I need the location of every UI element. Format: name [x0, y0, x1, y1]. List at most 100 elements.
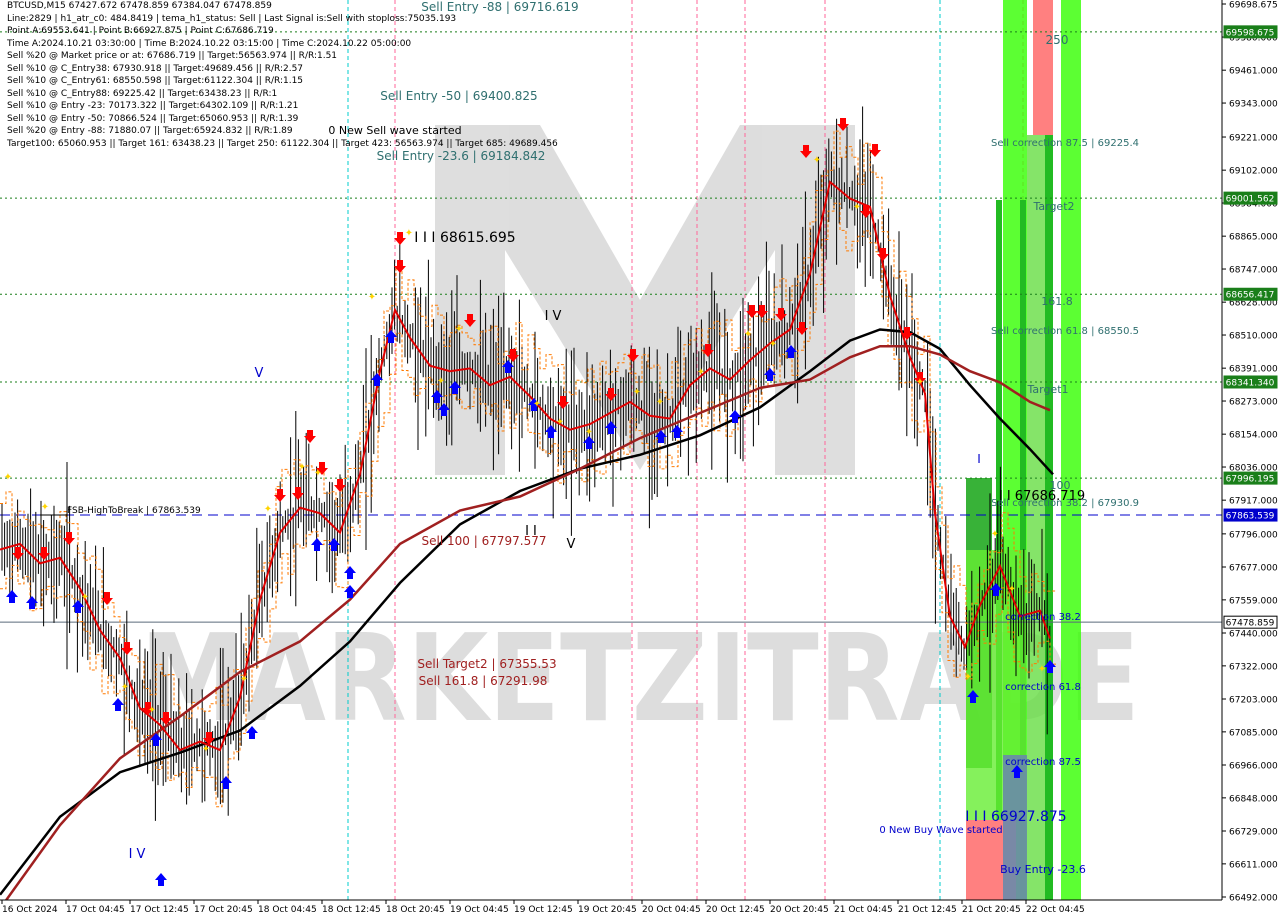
- y-tick-label: 69698.675: [1229, 1, 1278, 11]
- x-tick-label: 21 Oct 12:45: [898, 905, 957, 915]
- y-tick-label: 69221.000: [1229, 134, 1278, 144]
- info-line: Sell %10 @ Entry -50: 70866.524 || Targe…: [7, 113, 299, 124]
- y-tick-label: 69461.000: [1229, 67, 1278, 77]
- zone-green-mid-c: [1045, 135, 1053, 900]
- marker-star-icon: ✦: [455, 324, 463, 335]
- x-tick-label: 20 Oct 04:45: [642, 905, 701, 915]
- y-tick-label: 69343.000: [1229, 100, 1278, 110]
- marker-star-icon: ✦: [964, 672, 972, 683]
- marker-star-icon: ✦: [813, 155, 821, 166]
- annotation-label: Sell Entry -88 | 69716.619: [421, 0, 578, 14]
- y-tick-label: 67203.000: [1229, 695, 1278, 705]
- annotation-label: 161.8: [1041, 295, 1073, 308]
- x-axis: 16 Oct 2024 17 Oct 04:45 17 Oct 12:45 17 Oc…: [1, 900, 1085, 915]
- annotation-label: Sell Target2 | 67355.53: [417, 657, 556, 671]
- marker-star-icon: ✦: [1038, 664, 1046, 675]
- y-tick-label: 67559.000: [1229, 596, 1278, 606]
- price-tag-label: 67478.859: [1226, 619, 1275, 629]
- x-tick-label: 17 Oct 04:45: [66, 905, 125, 915]
- marker-star-icon: ✦: [81, 592, 89, 603]
- annotation-label: Sell 100 | 67797.577: [422, 534, 547, 548]
- x-tick-label: 21 Oct 20:45: [962, 905, 1021, 915]
- annotation-label: 0 New Buy Wave started: [879, 825, 1002, 836]
- annotation-label: Sell correction 87.5 | 69225.4: [991, 138, 1139, 149]
- marker-star-icon: ✦: [202, 744, 210, 755]
- x-tick-label: 17 Oct 20:45: [194, 905, 253, 915]
- zone-green-lower: [1027, 135, 1045, 900]
- marker-star-icon: ✦: [368, 292, 376, 303]
- marker-star-icon: ✦: [148, 705, 156, 716]
- x-tick-label: 22 Oct 04:45: [1026, 905, 1085, 915]
- info-line: Sell %10 @ C_Entry88: 69225.42 || Target…: [7, 88, 278, 99]
- marker-star-icon: ✦: [697, 367, 705, 378]
- marker-star-icon: ✦: [298, 462, 306, 473]
- annotation-label: I I I 68615.695: [414, 230, 515, 246]
- annotation-label: V: [255, 366, 264, 381]
- y-tick-label: 67322.000: [1229, 662, 1278, 672]
- marker-star-icon: ✦: [991, 529, 999, 540]
- annotation-label: 0 New Sell wave started: [328, 124, 461, 137]
- x-tick-label: 20 Oct 20:45: [770, 905, 829, 915]
- y-tick-label: 68865.000: [1229, 233, 1278, 243]
- x-tick-label: 21 Oct 04:45: [834, 905, 893, 915]
- annotation-label: I V: [129, 847, 146, 862]
- info-line: Sell %10 @ C_Entry61: 68550.598 || Targe…: [7, 76, 304, 86]
- annotation-label: Target1: [1026, 383, 1068, 396]
- marker-star-icon: ✦: [314, 468, 322, 479]
- y-tick-label: 67440.000: [1229, 629, 1278, 639]
- info-line: Sell %10 @ C_Entry38: 67930.918 || Targe…: [7, 63, 304, 74]
- y-tick-label: 68510.000: [1229, 332, 1278, 342]
- marker-star-icon: ✦: [264, 504, 272, 515]
- annotation-label: 250: [1046, 33, 1069, 47]
- marker-star-icon: ✦: [633, 387, 641, 398]
- marker-star-icon: ✦: [744, 329, 752, 340]
- annotation-label: FSB-HighToBreak | 67863.539: [67, 506, 201, 516]
- price-tag-label: 67863.539: [1226, 512, 1275, 522]
- y-tick-label: 66848.000: [1229, 794, 1278, 804]
- marker-star-icon: ✦: [4, 472, 12, 483]
- x-tick-label: 18 Oct 04:45: [258, 905, 317, 915]
- marker-star-icon: ✦: [240, 674, 248, 685]
- marker-star-icon: ✦: [656, 397, 664, 408]
- price-tag-label: 69598.675: [1226, 28, 1275, 38]
- annotation-label: correction 61.8: [1005, 682, 1081, 693]
- y-tick-label: 66492.000: [1229, 894, 1278, 904]
- x-tick-label: 18 Oct 12:45: [322, 905, 381, 915]
- y-tick-label: 67917.000: [1229, 497, 1278, 507]
- marker-star-icon: ✦: [916, 377, 924, 388]
- annotation-label: Target2: [1032, 200, 1074, 213]
- x-tick-label: 20 Oct 12:45: [706, 905, 765, 915]
- annotation-label: Buy Entry -23.6: [1000, 863, 1086, 876]
- x-tick-label: 17 Oct 12:45: [130, 905, 189, 915]
- marker-star-icon: ✦: [585, 427, 593, 438]
- annotation-label: Sell Entry -50 | 69400.825: [380, 89, 537, 103]
- y-tick-label: 66611.000: [1229, 860, 1278, 870]
- info-line: Time A:2024.10.21 03:30:00 | Time B:2024…: [7, 38, 412, 49]
- y-tick-label: 69102.000: [1229, 167, 1278, 177]
- y-tick-label: 67796.000: [1229, 530, 1278, 540]
- price-tag-label: 67996.195: [1226, 475, 1275, 485]
- info-line: Target100: 65060.953 || Target 161: 6343…: [7, 138, 558, 149]
- marker-star-icon: ✦: [556, 417, 564, 428]
- marker-star-icon: ✦: [853, 202, 861, 213]
- y-tick-label: 67085.000: [1229, 728, 1278, 738]
- annotation-label: correction 38.2: [1005, 612, 1081, 623]
- annotation-label: Sell 161.8 | 67291.98: [419, 674, 548, 688]
- marker-star-icon: ✦: [533, 399, 541, 410]
- annotation-label: Sell correction 38.2 | 67930.9: [991, 498, 1139, 509]
- info-line: Sell %20 @ Entry -88: 71880.07 || Target…: [7, 126, 293, 136]
- y-tick-label: 68391.000: [1229, 365, 1278, 375]
- marker-star-icon: ✦: [769, 339, 777, 350]
- x-tick-label: 19 Oct 20:45: [578, 905, 637, 915]
- annotation-label: Sell correction 61.8 | 68550.5: [991, 326, 1139, 337]
- price-tag-label: 68341.340: [1226, 378, 1275, 388]
- marker-star-icon: ✦: [1008, 584, 1016, 595]
- price-tag-label: 69001.562: [1226, 195, 1275, 205]
- info-line: Point A:69553.641 | Point B:66927.875 | …: [7, 26, 274, 36]
- x-tick-label: 19 Oct 04:45: [450, 905, 509, 915]
- info-line: Sell %10 @ Entry -23: 70173.322 || Targe…: [7, 101, 299, 111]
- y-tick-label: 68154.000: [1229, 431, 1278, 441]
- marker-star-icon: ✦: [437, 376, 445, 387]
- y-tick-label: 66729.000: [1229, 827, 1278, 837]
- y-tick-label: 67677.000: [1229, 563, 1278, 573]
